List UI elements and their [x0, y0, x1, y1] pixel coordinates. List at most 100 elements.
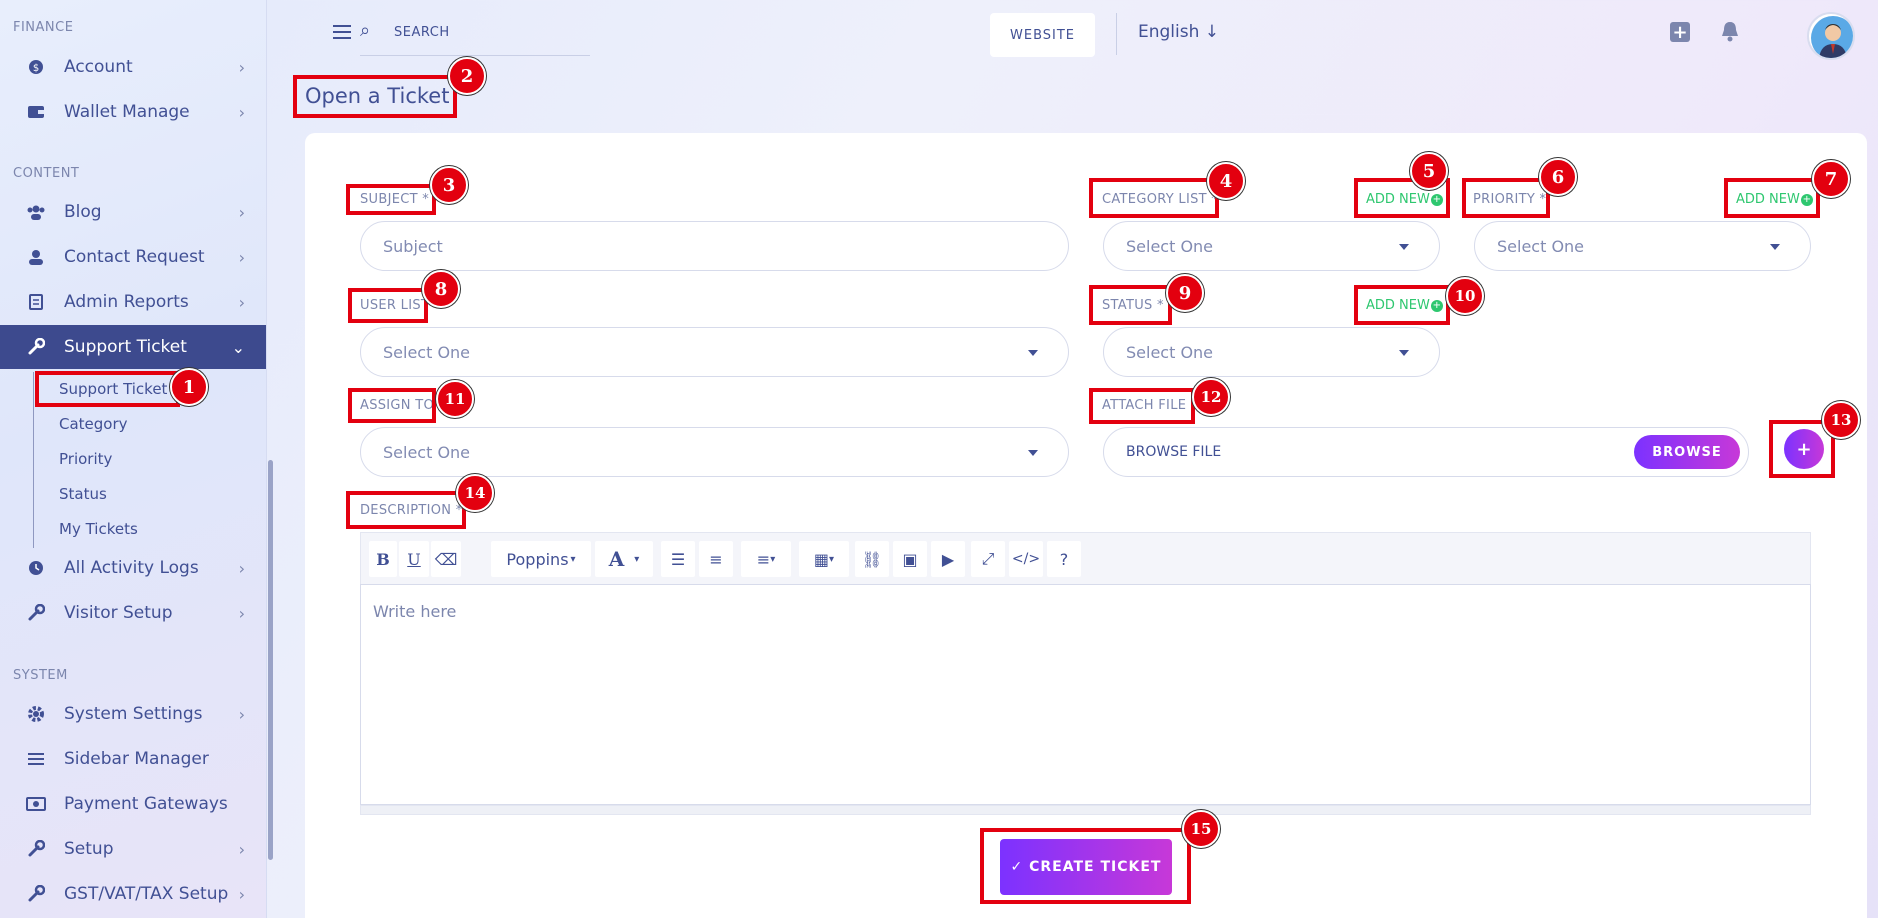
- annotation-badge-2: 2: [448, 57, 486, 95]
- submenu-priority[interactable]: Priority: [59, 450, 112, 468]
- description-editor[interactable]: [360, 584, 1811, 805]
- font-name: Poppins: [506, 549, 569, 569]
- underline-icon[interactable]: U: [399, 541, 429, 577]
- sidebar-item-wallet[interactable]: Wallet Manage ›: [0, 90, 266, 134]
- editor-resize-handle[interactable]: [360, 805, 1811, 815]
- hamburger-menu-icon[interactable]: [333, 25, 351, 39]
- sidebar-item-account[interactable]: $ Account ›: [0, 45, 266, 89]
- language-selector[interactable]: English ↓: [1138, 22, 1219, 42]
- wrench-icon: [26, 839, 46, 859]
- image-icon[interactable]: ▣: [893, 541, 927, 577]
- help-icon[interactable]: ?: [1047, 541, 1081, 577]
- website-button[interactable]: WEBSITE: [990, 13, 1095, 57]
- annotation-badge-11: 11: [436, 380, 474, 418]
- add-square-icon[interactable]: +: [1670, 22, 1690, 43]
- submenu-my-tickets[interactable]: My Tickets: [59, 520, 138, 538]
- search-input[interactable]: [394, 25, 584, 40]
- status-select[interactable]: Select One: [1103, 327, 1440, 377]
- sidebar-item-activity[interactable]: All Activity Logs ›: [0, 546, 266, 590]
- caret-down-icon: [1399, 350, 1409, 356]
- priority-select[interactable]: Select One: [1474, 221, 1811, 271]
- annotation-badge-6: 6: [1539, 158, 1577, 196]
- unordered-list-icon[interactable]: ☰: [661, 541, 695, 577]
- chevron-right-icon: ›: [238, 603, 245, 623]
- link-icon[interactable]: ⛓: [855, 541, 889, 577]
- font-family-dropdown[interactable]: Poppins ▾: [491, 541, 591, 577]
- attach-file-field[interactable]: BROWSE FILE BROWSE: [1103, 427, 1749, 477]
- svg-text:$: $: [33, 63, 39, 74]
- money-icon: [26, 794, 46, 814]
- section-content: CONTENT: [13, 166, 80, 181]
- sidebar-item-label: Contact Request: [64, 247, 205, 267]
- sidebar-item-payment-gateways[interactable]: Payment Gateways: [0, 782, 266, 826]
- sidebar-item-reports[interactable]: Admin Reports ›: [0, 280, 266, 324]
- sidebar-item-blog[interactable]: Blog ›: [0, 190, 266, 234]
- gear-icon: [26, 704, 46, 724]
- ordered-list-icon[interactable]: ≡: [699, 541, 733, 577]
- annotation-badge-1: 1: [170, 368, 208, 406]
- bell-icon[interactable]: [1720, 20, 1740, 48]
- sidebar-item-visitor[interactable]: Visitor Setup ›: [0, 591, 266, 635]
- sidebar-item-label: Visitor Setup: [64, 603, 173, 623]
- section-finance: FINANCE: [13, 20, 74, 35]
- align-icon[interactable]: ≡ ▾: [741, 541, 791, 577]
- browse-button[interactable]: BROWSE: [1634, 435, 1740, 469]
- table-icon[interactable]: ▦ ▾: [799, 541, 849, 577]
- annotation-box-1: [35, 371, 180, 407]
- code-view-icon[interactable]: </>: [1009, 541, 1043, 577]
- video-icon[interactable]: ▶: [931, 541, 965, 577]
- annotation-box-12: [1089, 388, 1195, 424]
- sidebar-item-label: Wallet Manage: [64, 102, 190, 122]
- select-value: Select One: [383, 342, 471, 362]
- annotation-badge-10: 10: [1446, 277, 1484, 315]
- annotation-badge-5: 5: [1410, 152, 1448, 190]
- submenu-status[interactable]: Status: [59, 485, 107, 503]
- caret-down-icon: [1028, 450, 1038, 456]
- sidebar-item-sidebar-manager[interactable]: Sidebar Manager: [0, 737, 266, 781]
- sidebar-item-gst[interactable]: GST/VAT/TAX Setup ›: [0, 872, 266, 916]
- bars-icon: [26, 749, 46, 769]
- wrench-icon: [26, 884, 46, 904]
- annotation-box-7: [1724, 178, 1820, 218]
- annotation-badge-4: 4: [1207, 162, 1245, 200]
- annotation-badge-15: 15: [1182, 810, 1220, 848]
- annotation-box-10: [1354, 285, 1450, 325]
- users-icon: [26, 202, 46, 222]
- annotation-badge-14: 14: [456, 474, 494, 512]
- fullscreen-icon[interactable]: ⤢: [971, 541, 1005, 577]
- search-icon[interactable]: ⌕: [360, 20, 370, 41]
- sidebar-scrollbar[interactable]: [268, 460, 273, 860]
- eraser-icon[interactable]: ⌫: [431, 541, 461, 577]
- bold-icon[interactable]: B: [369, 541, 397, 577]
- submenu-category[interactable]: Category: [59, 415, 128, 433]
- assign-to-select[interactable]: Select One: [360, 427, 1069, 477]
- sidebar-item-contact[interactable]: Contact Request ›: [0, 235, 266, 279]
- sidebar-item-label: System Settings: [64, 704, 203, 724]
- annotation-badge-8: 8: [422, 270, 460, 308]
- report-icon: [26, 292, 46, 312]
- sidebar-item-setup[interactable]: Setup ›: [0, 827, 266, 871]
- chevron-right-icon: ›: [238, 57, 245, 77]
- avatar[interactable]: [1807, 12, 1855, 60]
- user-icon: [26, 247, 46, 267]
- dollar-icon: $: [26, 57, 46, 77]
- chevron-right-icon: ›: [238, 558, 245, 578]
- caret-down-icon: ▾: [570, 553, 576, 565]
- annotation-box-11: [348, 388, 436, 423]
- chevron-right-icon: ›: [238, 704, 245, 724]
- sidebar: FINANCE $ Account › Wallet Manage › CONT…: [0, 0, 267, 918]
- annotation-box-8: [348, 288, 428, 323]
- font-color-icon[interactable]: A ▾: [595, 541, 653, 577]
- category-select[interactable]: Select One: [1103, 221, 1440, 271]
- sidebar-item-system-settings[interactable]: System Settings ›: [0, 692, 266, 736]
- annotation-badge-7: 7: [1812, 160, 1850, 198]
- editor-toolbar: B U ⌫ Poppins ▾ A ▾ ☰ ≡ ≡ ▾ ▦ ▾ ⛓ ▣ ▶ ⤢ </> …: [360, 532, 1811, 584]
- sidebar-item-label: Payment Gateways: [64, 794, 228, 814]
- select-value: Select One: [1126, 342, 1214, 362]
- sidebar-item-support-ticket[interactable]: Support Ticket ⌄: [0, 325, 266, 369]
- chevron-right-icon: ›: [238, 102, 245, 122]
- user-list-select[interactable]: Select One: [360, 327, 1069, 377]
- subject-input[interactable]: Subject: [360, 221, 1069, 271]
- sidebar-item-label: Account: [64, 57, 133, 77]
- sidebar-item-label: Support Ticket: [64, 337, 187, 357]
